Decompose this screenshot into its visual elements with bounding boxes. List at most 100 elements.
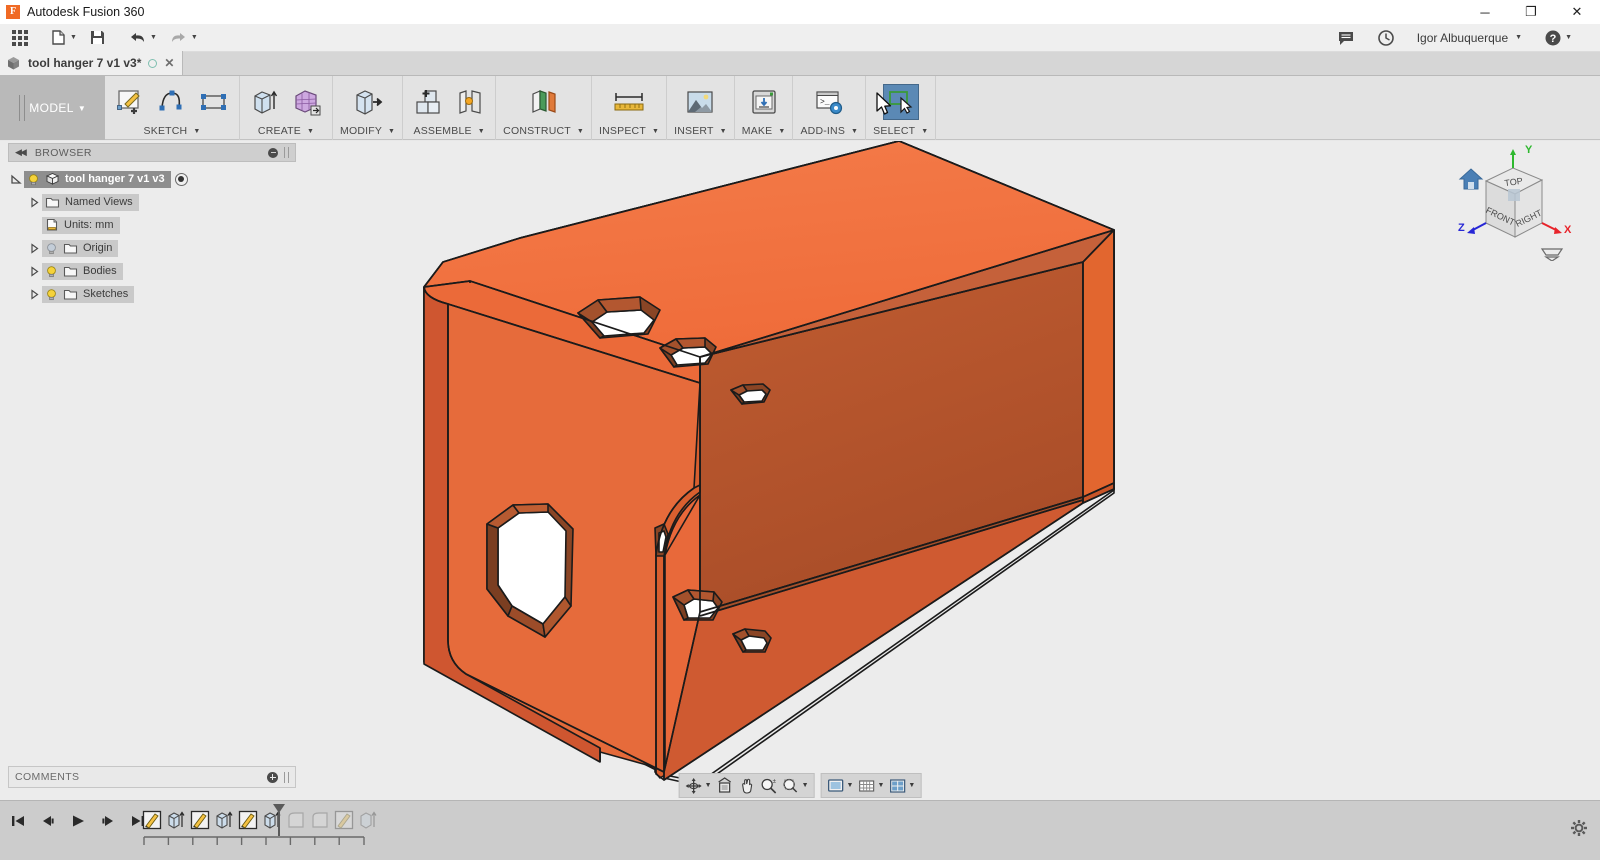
tree-node-root[interactable]: tool hanger 7 v1 v3	[8, 170, 296, 188]
fit-caret[interactable]: ▼	[802, 782, 809, 789]
activate-component-radio[interactable]	[175, 173, 188, 186]
chevron-down-icon[interactable]: ▼	[851, 128, 858, 135]
play-button[interactable]	[68, 811, 88, 831]
construct-group-label[interactable]: CONSTRUCT ▼	[503, 125, 584, 137]
select-group-label[interactable]: SELECT ▼	[873, 125, 928, 137]
modify-group-label[interactable]: MODIFY ▼	[340, 125, 395, 137]
expand-arrow-icon-named-views[interactable]	[26, 197, 42, 208]
tree-node-bodies[interactable]: Bodies	[26, 262, 296, 280]
tree-node-bodies-body[interactable]: Bodies	[42, 263, 123, 280]
nav-group-display[interactable]: ▼ ▼	[821, 773, 922, 798]
viewcube-menu-icon[interactable]	[1542, 249, 1562, 261]
user-menu[interactable]: Igor Albuquerque ▼	[1413, 26, 1526, 50]
history-button[interactable]	[1373, 26, 1399, 50]
chevron-down-icon[interactable]: ▼	[193, 128, 200, 135]
spline-button[interactable]	[154, 84, 190, 120]
drag-grip[interactable]	[19, 95, 25, 121]
minimize-button[interactable]: ─	[1462, 0, 1508, 24]
save-button[interactable]	[85, 26, 110, 50]
timeline-marker[interactable]	[271, 803, 287, 837]
sketch-group-label[interactable]: SKETCH ▼	[144, 125, 201, 137]
timeline-item-sketch4[interactable]	[332, 807, 356, 833]
comments-button[interactable]	[1333, 26, 1359, 50]
tree-node-root-body[interactable]: tool hanger 7 v1 v3	[24, 171, 171, 188]
undo-button[interactable]: ▼	[124, 26, 161, 50]
chevron-down-icon-2[interactable]: ▼	[150, 34, 157, 41]
timeline-item-feature7[interactable]	[284, 807, 308, 833]
display-caret[interactable]: ▼	[847, 782, 854, 789]
lightbulb-off-icon[interactable]	[45, 242, 58, 255]
timeline-item-sketch2[interactable]	[188, 807, 212, 833]
timeline-item-extrude4[interactable]	[356, 807, 380, 833]
new-component-button[interactable]	[410, 84, 446, 120]
assemble-group-label[interactable]: ASSEMBLE ▼	[413, 125, 484, 137]
make-group-label[interactable]: MAKE ▼	[742, 125, 786, 137]
tree-node-named-views[interactable]: Named Views	[26, 193, 296, 211]
orbit-button[interactable]: ▼	[683, 775, 714, 796]
create-group-label[interactable]: CREATE ▼	[258, 125, 314, 137]
measure-button[interactable]	[611, 84, 647, 120]
chevron-down-icon[interactable]: ▼	[652, 128, 659, 135]
chevron-down-icon-4[interactable]: ▼	[1515, 34, 1522, 41]
maximize-button[interactable]: ❐	[1508, 0, 1554, 24]
comments-grip[interactable]	[284, 772, 289, 783]
timeline-track[interactable]	[143, 836, 365, 848]
orbit-caret[interactable]: ▼	[705, 782, 712, 789]
timeline-item-extrude2[interactable]	[212, 807, 236, 833]
tab-tool-hanger[interactable]: tool hanger 7 v1 v3* ✕	[0, 51, 183, 75]
view-cube[interactable]: TOP FRONT RIGHT Y Z X	[1438, 141, 1588, 261]
circle-icon[interactable]	[148, 59, 157, 68]
pan-button[interactable]	[736, 775, 758, 796]
mesh-box-button[interactable]	[289, 84, 325, 120]
minus-circle-icon[interactable]	[268, 148, 278, 158]
lightbulb-icon-sketches[interactable]	[45, 288, 58, 301]
fit-button[interactable]: ▼	[780, 775, 811, 796]
rectangle-button[interactable]	[196, 84, 232, 120]
home-icon[interactable]	[1460, 169, 1482, 189]
new-file-button[interactable]: ▼	[46, 26, 81, 50]
panel-grip[interactable]	[284, 147, 289, 158]
select-button[interactable]	[883, 84, 919, 120]
chevron-down-icon[interactable]: ▼	[388, 128, 395, 135]
look-at-button[interactable]	[714, 775, 736, 796]
insert-image-button[interactable]	[682, 84, 718, 120]
step-forward-button[interactable]	[98, 811, 118, 831]
press-pull-button[interactable]	[350, 84, 386, 120]
nav-group-navigate[interactable]: ▼	[679, 773, 815, 798]
tree-node-units[interactable]: Units: mm	[26, 216, 296, 234]
timeline-item-extrude1[interactable]	[164, 807, 188, 833]
chevron-down-icon[interactable]: ▼	[577, 128, 584, 135]
expand-arrow-icon-origin[interactable]	[26, 243, 42, 254]
inspect-group-label[interactable]: INSPECT ▼	[599, 125, 659, 137]
create-sketch-button[interactable]	[112, 84, 148, 120]
tree-node-sketches-body[interactable]: Sketches	[42, 286, 134, 303]
comments-panel[interactable]: COMMENTS	[8, 766, 296, 788]
chevron-down-icon[interactable]: ▼	[307, 128, 314, 135]
timeline-item-sketch3[interactable]	[236, 807, 260, 833]
chevron-down-icon-3[interactable]: ▼	[191, 34, 198, 41]
tree-node-named-views-body[interactable]: Named Views	[42, 194, 139, 211]
chevron-down-icon[interactable]: ▼	[70, 34, 77, 41]
expand-arrow-icon-sketches[interactable]	[26, 289, 42, 300]
double-chevron-left-icon[interactable]: ◀◀	[15, 147, 25, 158]
gear-icon[interactable]	[1570, 819, 1588, 837]
help-button[interactable]: ? ▼	[1540, 26, 1576, 50]
lightbulb-icon[interactable]	[27, 173, 40, 186]
zoom-button[interactable]: ±	[758, 775, 780, 796]
3d-print-button[interactable]	[746, 84, 782, 120]
addins-group-label[interactable]: ADD-INS ▼	[800, 125, 858, 137]
scripts-addins-button[interactable]: >_	[811, 84, 847, 120]
chevron-down-icon[interactable]: ▼	[78, 104, 86, 113]
insert-group-label[interactable]: INSERT ▼	[674, 125, 727, 137]
joint-button[interactable]	[452, 84, 488, 120]
workspace-selector[interactable]: MODEL ▼	[0, 76, 105, 140]
go-to-beginning-button[interactable]	[8, 811, 28, 831]
navigation-bar[interactable]: ▼	[679, 773, 922, 798]
timeline-item-sketch1[interactable]	[140, 807, 164, 833]
lightbulb-icon-bodies[interactable]	[45, 265, 58, 278]
redo-button[interactable]: ▼	[165, 26, 202, 50]
close-icon[interactable]: ✕	[164, 56, 174, 70]
tree-node-origin[interactable]: Origin	[26, 239, 296, 257]
offset-plane-button[interactable]	[526, 84, 562, 120]
chevron-down-icon[interactable]: ▼	[720, 128, 727, 135]
